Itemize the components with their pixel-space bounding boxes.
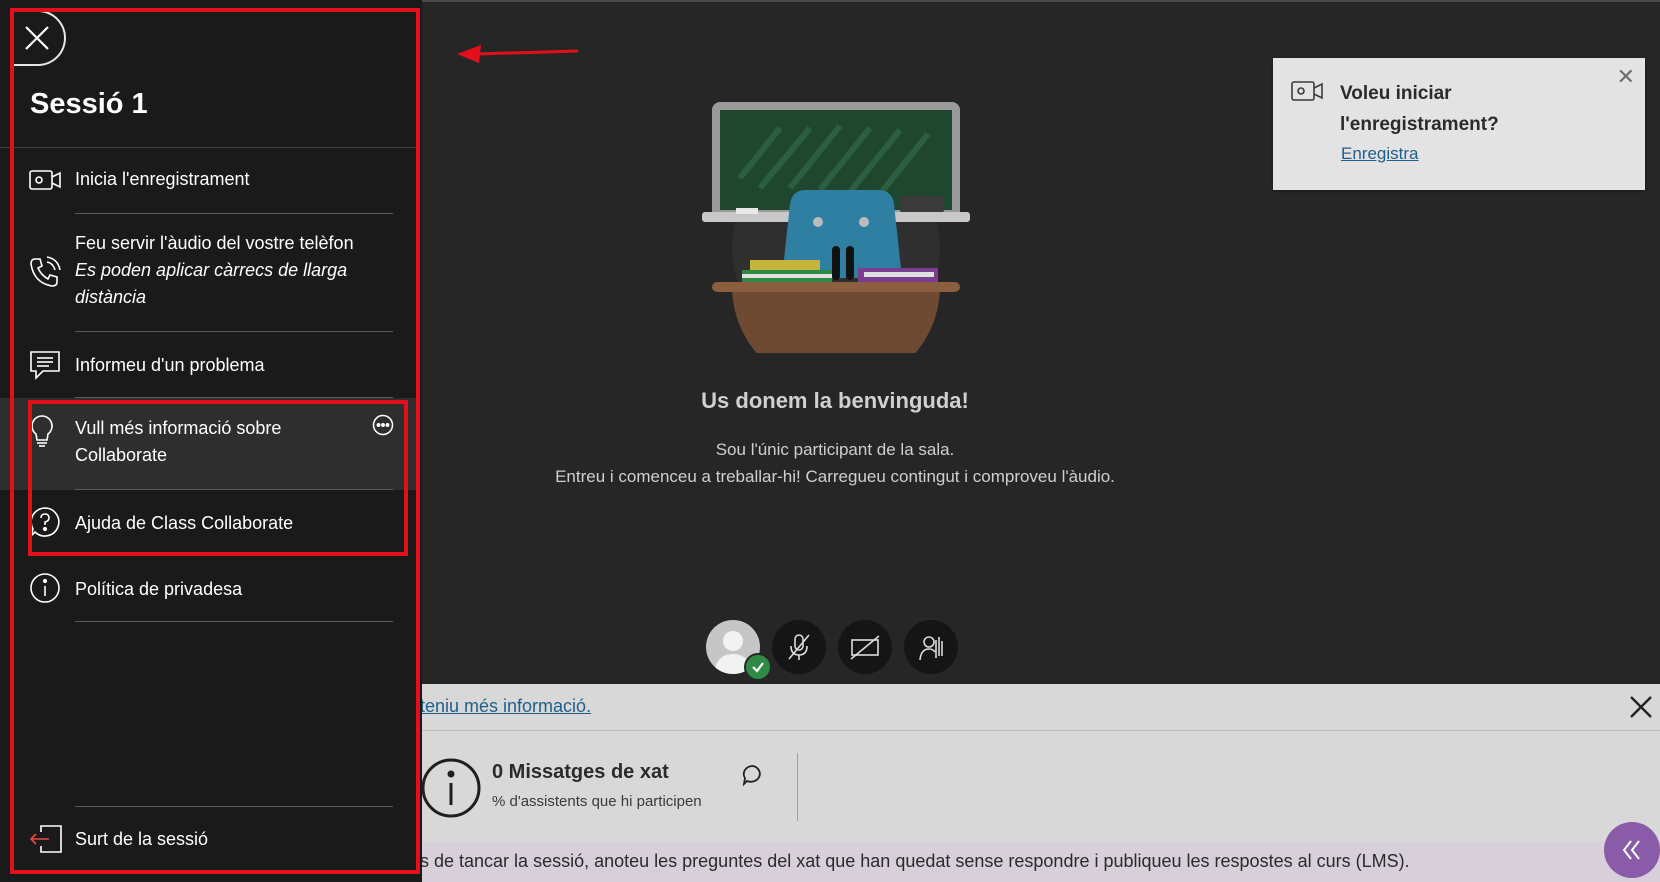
raise-hand-button[interactable] [904, 620, 958, 674]
classroom-illustration [702, 102, 970, 353]
welcome-message-line1: Sou l'únic participant de la sala. [715, 440, 955, 459]
toast-question: Voleu iniciar l'enregistrament? [1340, 83, 1499, 135]
chat-bubble-icon [742, 765, 761, 786]
online-status-badge [744, 653, 772, 681]
chat-message-count: 0 Missatges de xat [492, 761, 669, 783]
welcome-title: Us donem la benvinguda! [701, 388, 969, 413]
tip-text: s de tancar la sessió, anoteu les pregun… [420, 851, 1410, 871]
info-icon [421, 758, 481, 818]
camera-button[interactable] [838, 620, 892, 674]
microphone-muted-icon [788, 634, 810, 660]
raise-hand-icon [919, 636, 943, 661]
annotation-arrow-icon [457, 45, 579, 63]
record-link[interactable]: Enregistra [1341, 144, 1418, 164]
close-icon[interactable] [1626, 692, 1656, 722]
recording-toast: Voleu iniciar l'enregistrament? Enregist… [1273, 58, 1645, 190]
annotation-box-help-items [28, 400, 408, 556]
more-info-link[interactable]: teniu més informació. [420, 696, 591, 717]
microphone-button[interactable] [772, 620, 826, 674]
participation-label: % d'assistents que hi participen [492, 793, 702, 810]
welcome-message-line2: Entreu i comenceu a treballar-hi! Carreg… [555, 467, 1115, 486]
check-icon [752, 662, 764, 673]
camera-off-icon [850, 635, 880, 660]
collapse-panel-button[interactable] [1604, 822, 1660, 878]
divider [797, 753, 798, 821]
double-chevron-left-icon [1622, 840, 1640, 860]
toast-close-icon[interactable]: ✕ [1617, 64, 1635, 90]
video-camera-icon [1291, 81, 1323, 101]
